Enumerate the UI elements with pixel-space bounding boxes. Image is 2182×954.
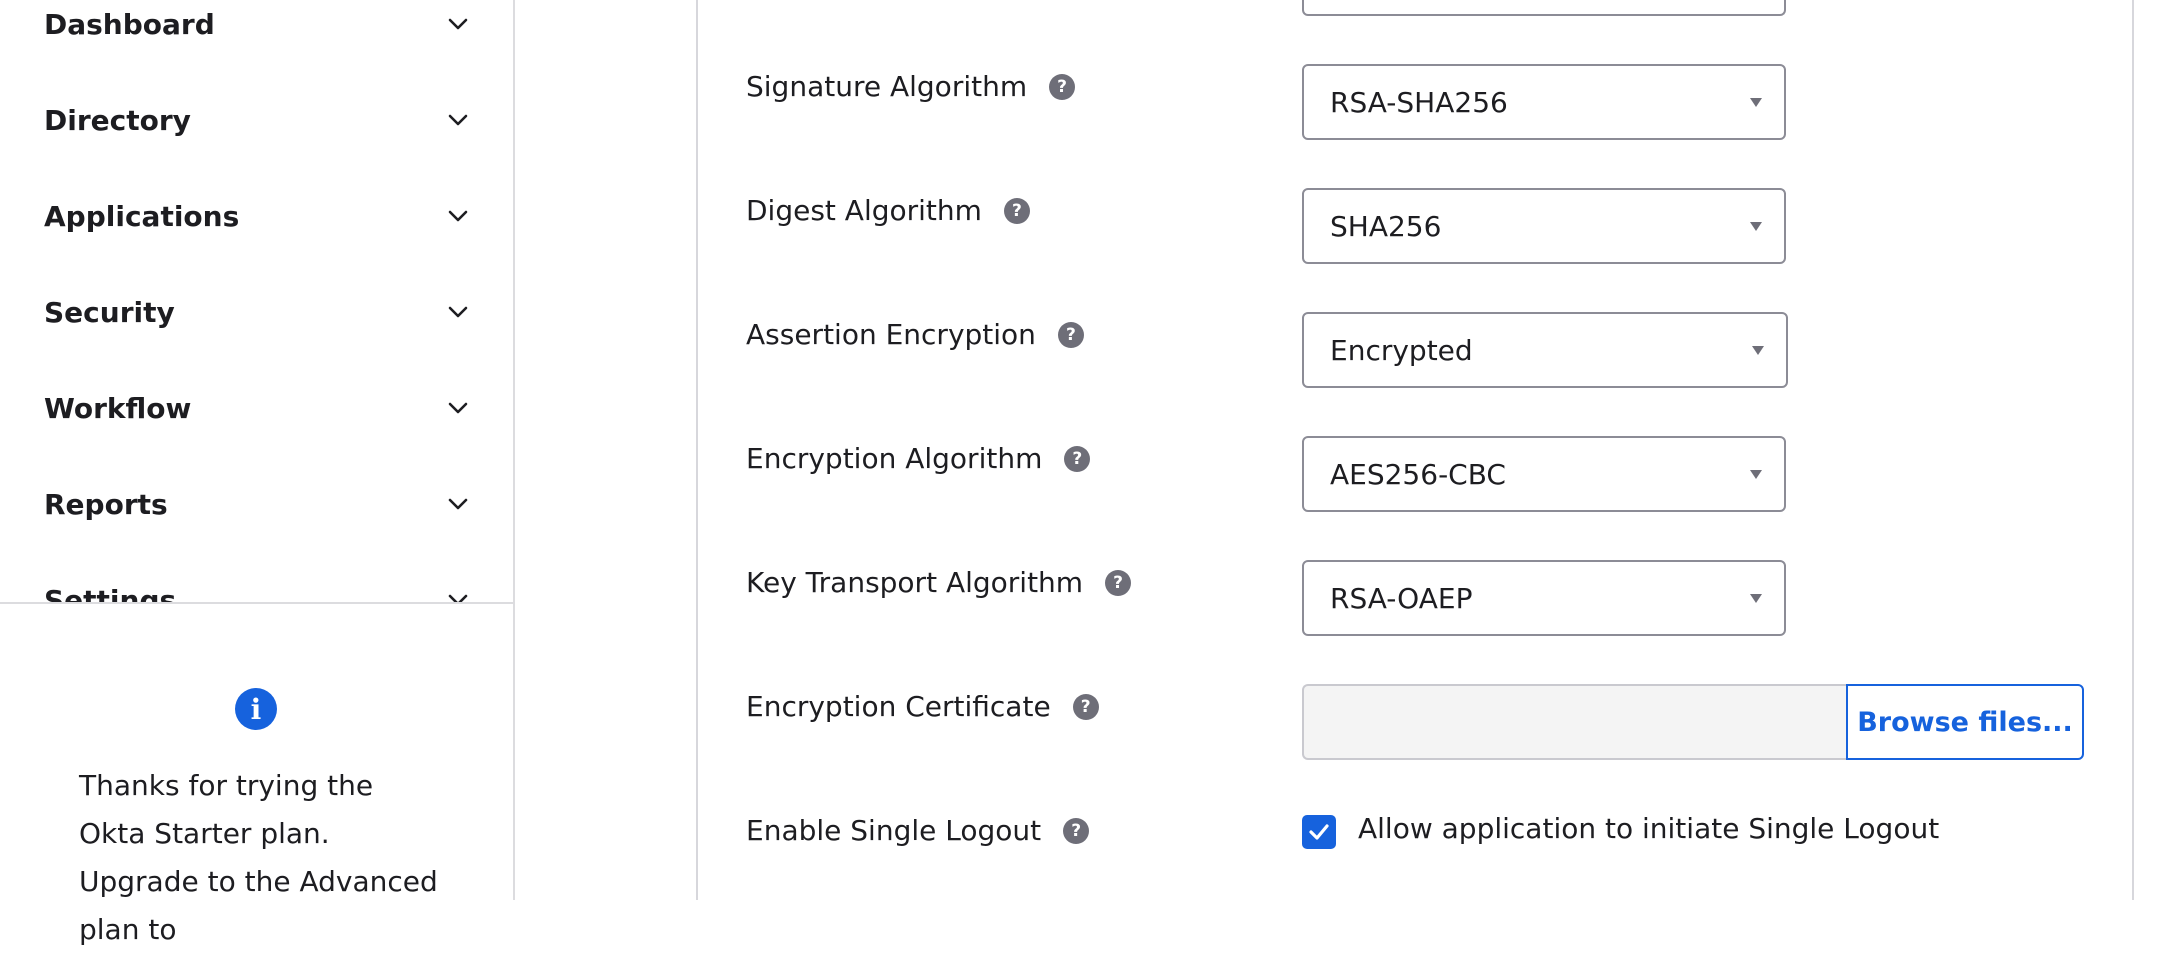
key-transport-algorithm-label: Key Transport Algorithm ? xyxy=(746,566,1132,599)
select-value: SHA256 xyxy=(1330,209,1442,243)
caret-down-icon xyxy=(1752,346,1764,355)
sidebar-item-directory[interactable]: Directory xyxy=(44,90,472,150)
chevron-down-icon xyxy=(448,402,468,414)
browse-files-button[interactable]: Browse files... xyxy=(1846,684,2084,760)
chevron-down-icon xyxy=(448,210,468,222)
single-logout-checkbox-label[interactable]: Allow application to initiate Single Log… xyxy=(1358,812,1939,845)
chevron-down-icon xyxy=(448,114,468,126)
encryption-algorithm-select[interactable]: AES256-CBC xyxy=(1302,436,1786,512)
encryption-certificate-label: Encryption Certificate ? xyxy=(746,690,1099,723)
assertion-encryption-label: Assertion Encryption ? xyxy=(746,318,1084,351)
select-value: RSA-OAEP xyxy=(1330,581,1473,615)
field-label: Assertion Encryption xyxy=(746,318,1036,351)
chevron-down-icon xyxy=(448,18,468,30)
assertion-encryption-select[interactable]: Encrypted xyxy=(1302,312,1788,388)
select-value: Encrypted xyxy=(1330,333,1473,367)
content-border-right xyxy=(2132,0,2134,900)
check-icon xyxy=(1309,824,1329,840)
sidebar-item-reports[interactable]: Reports xyxy=(44,474,472,534)
help-icon[interactable]: ? xyxy=(1063,817,1090,844)
field-label: Key Transport Algorithm xyxy=(746,566,1084,599)
digest-algorithm-select[interactable]: SHA256 xyxy=(1302,188,1786,264)
help-icon[interactable]: ? xyxy=(1105,569,1132,596)
single-logout-checkbox[interactable] xyxy=(1302,815,1336,849)
info-icon: i xyxy=(235,688,277,730)
digest-algorithm-label: Digest Algorithm ? xyxy=(746,194,1030,227)
sidebar: Dashboard Directory Applications Securit… xyxy=(0,0,515,946)
field-label: Encryption Certificate xyxy=(746,690,1051,723)
sidebar-item-label: Applications xyxy=(44,199,240,233)
content-border-left xyxy=(696,0,698,900)
chevron-down-icon xyxy=(448,306,468,318)
sidebar-item-label: Dashboard xyxy=(44,7,215,41)
help-icon[interactable]: ? xyxy=(1003,197,1030,224)
field-label: Encryption Algorithm xyxy=(746,442,1043,475)
sidebar-item-dashboard[interactable]: Dashboard xyxy=(44,0,472,54)
signature-algorithm-select[interactable]: RSA-SHA256 xyxy=(1302,64,1786,140)
field-label: Digest Algorithm xyxy=(746,194,982,227)
key-transport-algorithm-select[interactable]: RSA-OAEP xyxy=(1302,560,1786,636)
upgrade-message: Thanks for trying the Okta Starter plan.… xyxy=(79,769,438,946)
field-label: Signature Algorithm xyxy=(746,70,1028,103)
sidebar-item-label: Directory xyxy=(44,103,191,137)
chevron-down-icon xyxy=(448,498,468,510)
previous-field-stub[interactable] xyxy=(1302,0,1786,16)
sidebar-item-label: Security xyxy=(44,295,175,329)
select-value: AES256-CBC xyxy=(1330,457,1506,491)
sidebar-item-label: Settings xyxy=(44,583,177,603)
sidebar-item-label: Reports xyxy=(44,487,168,521)
signature-algorithm-label: Signature Algorithm ? xyxy=(746,70,1076,103)
sidebar-item-label: Workflow xyxy=(44,391,192,425)
caret-down-icon xyxy=(1750,98,1762,107)
sidebar-nav: Dashboard Directory Applications Securit… xyxy=(0,0,515,602)
help-icon[interactable]: ? xyxy=(1049,73,1076,100)
field-label: Enable Single Logout xyxy=(746,814,1042,847)
encryption-certificate-file-input[interactable] xyxy=(1302,684,1848,760)
sidebar-item-security[interactable]: Security xyxy=(44,282,472,342)
select-value: RSA-SHA256 xyxy=(1330,85,1508,119)
caret-down-icon xyxy=(1750,470,1762,479)
sidebar-item-workflow[interactable]: Workflow xyxy=(44,378,472,438)
help-icon[interactable]: ? xyxy=(1072,693,1099,720)
sidebar-item-settings[interactable]: Settings xyxy=(44,570,472,602)
caret-down-icon xyxy=(1750,594,1762,603)
help-icon[interactable]: ? xyxy=(1057,321,1084,348)
enable-single-logout-label: Enable Single Logout ? xyxy=(746,814,1090,847)
sidebar-item-applications[interactable]: Applications xyxy=(44,186,472,246)
help-icon[interactable]: ? xyxy=(1064,445,1091,472)
encryption-algorithm-label: Encryption Algorithm ? xyxy=(746,442,1091,475)
caret-down-icon xyxy=(1750,222,1762,231)
chevron-down-icon xyxy=(448,594,468,602)
